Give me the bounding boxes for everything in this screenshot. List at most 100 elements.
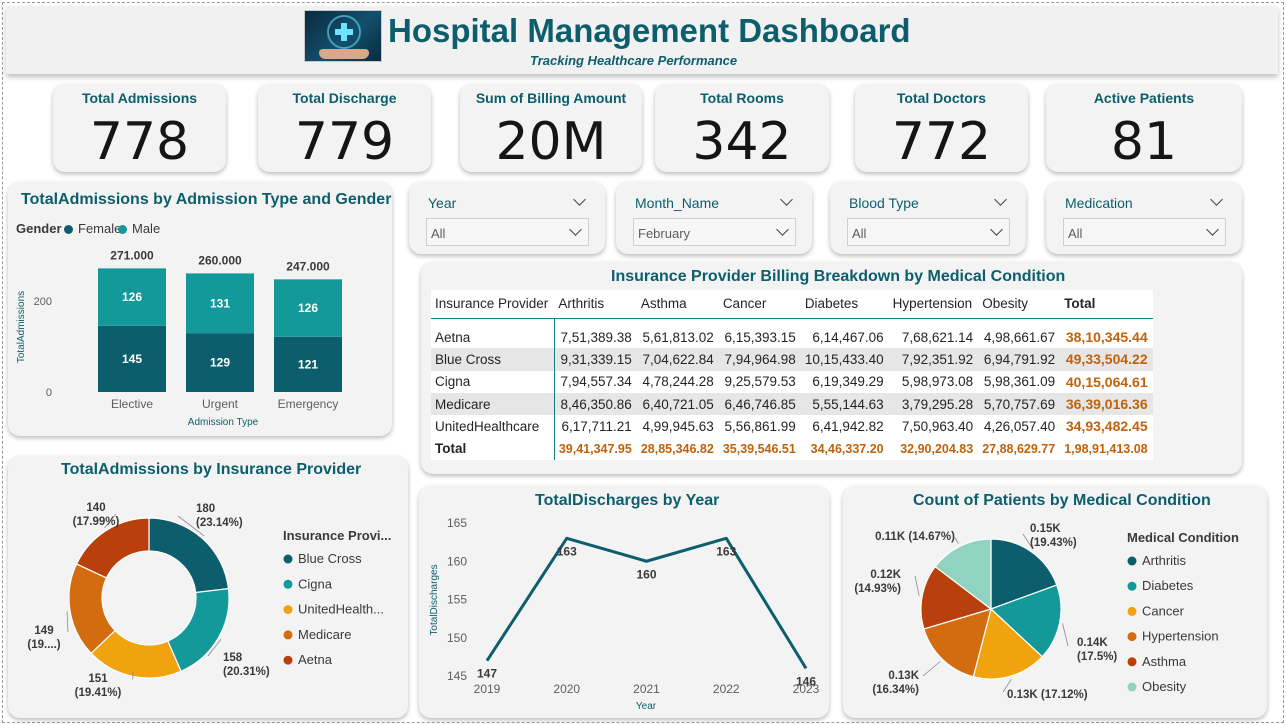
stacked-bar-chart: 0 200 TotalAdmissions 145 126 271.000 Elective… <box>16 248 342 428</box>
matrix-column-header[interactable]: Total <box>1060 290 1153 319</box>
blood-type-dropdown[interactable]: All <box>847 218 1010 246</box>
slice-value-label: 151 <box>88 673 108 685</box>
matrix-title: Insurance Provider Billing Breakdown by … <box>611 268 1066 285</box>
kpi-value: 81 <box>1110 112 1178 172</box>
admissions-by-type-gender-card: TotalAdmissions by Admission Type and Ge… <box>8 182 392 436</box>
x-tick-label: 2019 <box>474 682 501 696</box>
legend-label: Arthritis <box>1142 553 1187 568</box>
matrix-cell: 9,31,339.15 <box>554 348 637 371</box>
matrix-row[interactable]: Aetna 7,51,389.38 5,61,813.02 6,15,393.15 6,… <box>431 326 1153 349</box>
slice-value-label: 158 <box>223 652 243 664</box>
legend-label: Cancer <box>1142 603 1185 618</box>
matrix-cell: 4,78,244.28 <box>636 370 719 393</box>
year-dropdown[interactable]: All <box>426 218 589 246</box>
legend-dot-icon <box>1127 556 1137 566</box>
medication-slicer[interactable]: Medication All <box>1046 182 1242 254</box>
leader-line <box>1062 623 1069 647</box>
matrix-column-header[interactable]: Obesity <box>978 290 1061 319</box>
matrix-cell: UnitedHealthcare <box>431 415 555 438</box>
slice-value-label: 0.11K (14.67%) <box>875 531 955 543</box>
legend-label: Asthma <box>1142 654 1187 669</box>
slice-value-label: 180 <box>196 503 215 515</box>
legend-label: Obesity <box>1142 679 1187 694</box>
matrix-total-row: Total 39,41,347.95 28,85,346.82 35,39,546.5… <box>431 437 1153 460</box>
matrix-total-cell: 39,41,347.95 <box>554 437 637 460</box>
x-tick-label: Emergency <box>278 397 339 411</box>
point-data-label: 163 <box>716 544 736 558</box>
matrix-cell: 7,50,963.40 <box>888 415 979 438</box>
matrix-cell: Blue Cross <box>431 348 555 371</box>
matrix-row[interactable]: UnitedHealthcare 6,17,711.21 4,99,945.63 5,… <box>431 415 1153 438</box>
matrix-cell: 5,56,861.99 <box>718 415 801 438</box>
matrix-column-header[interactable]: Arthritis <box>554 290 637 319</box>
slice-percent-label: (16.34%) <box>872 684 919 696</box>
bar-data-label: 145 <box>122 352 142 366</box>
medication-dropdown[interactable]: All <box>1063 218 1226 246</box>
chevron-down-icon <box>1206 223 1219 236</box>
legend-label: Medicare <box>298 627 351 642</box>
matrix-row[interactable]: Cigna 7,94,557.34 4,78,244.28 9,25,579.53 6,… <box>431 370 1153 393</box>
matrix-column-header[interactable]: Asthma <box>636 290 719 319</box>
legend-dot-icon <box>283 579 293 589</box>
matrix-cell: 6,15,393.15 <box>718 326 801 349</box>
kpi-label: Total Rooms <box>700 90 784 106</box>
kpi-card-billing-amount[interactable]: Sum of Billing Amount 20M <box>460 84 642 172</box>
x-tick-label: 2022 <box>713 682 740 696</box>
kpi-label: Total Doctors <box>896 90 987 106</box>
kpi-label: Total Admissions <box>81 90 198 106</box>
kpi-card-total-doctors[interactable]: Total Doctors 772 <box>855 84 1028 172</box>
discharges-by-year-card: TotalDischarges by Year 145 150 155 160 165 2… <box>419 486 829 718</box>
pie-chart: 0.15K (19.43%) 0.14K (17.5%) 0.13K (17.12%) 0… <box>854 523 1239 701</box>
slice-value-label: 0.14K <box>1077 637 1108 649</box>
month-slicer[interactable]: Month_Name February <box>616 182 812 254</box>
year-slicer[interactable]: Year All <box>409 182 605 254</box>
matrix-cell: Cigna <box>431 370 555 393</box>
matrix-cell: 49,33,504.22 <box>1060 348 1153 371</box>
y-tick-label: 150 <box>447 631 467 645</box>
kpi-card-total-admissions[interactable]: Total Admissions 778 <box>53 84 226 172</box>
bar-total-label: 271.000 <box>110 248 154 262</box>
y-axis-label: TotalDischarges <box>429 564 440 635</box>
chevron-down-icon <box>776 223 789 236</box>
slice-value-label: 0.12K <box>870 569 901 581</box>
matrix-column-header[interactable]: Cancer <box>718 290 801 319</box>
matrix-row[interactable]: Medicare 8,46,350.86 6,40,721.05 6,46,746.8… <box>431 392 1153 416</box>
kpi-card-total-discharge[interactable]: Total Discharge 779 <box>258 84 431 172</box>
slice-value-label: 0.13K (17.12%) <box>1007 689 1088 701</box>
matrix-cell: Aetna <box>431 326 555 349</box>
slicer-value: All <box>852 226 867 241</box>
kpi-card-active-patients[interactable]: Active Patients 81 <box>1046 84 1242 172</box>
matrix-column-header[interactable]: Insurance Provider <box>431 290 555 319</box>
point-data-label: 163 <box>557 544 577 558</box>
matrix-cell: 34,93,482.45 <box>1060 415 1153 438</box>
matrix-total-cell: 28,85,346.82 <box>636 437 719 460</box>
kpi-card-total-rooms[interactable]: Total Rooms 342 <box>655 84 829 172</box>
line-chart: 1451501551601652019 2020 2021 2022 2023Total… <box>429 516 820 712</box>
kpi-value: 772 <box>891 112 992 172</box>
bar-data-label: 126 <box>122 290 142 304</box>
matrix-column-header[interactable]: Hypertension <box>888 290 979 319</box>
matrix-cell: 9,25,579.53 <box>718 370 801 393</box>
matrix-column-header[interactable]: Diabetes <box>800 290 889 319</box>
kpi-value: 779 <box>294 112 395 172</box>
matrix-row[interactable]: Blue Cross 9,31,339.15 7,04,622.84 7,94,964… <box>431 348 1153 371</box>
slicer-label: Medication <box>1065 195 1133 211</box>
matrix-cell: 6,46,746.85 <box>718 392 801 416</box>
slice-percent-label: (19.41%) <box>75 687 122 699</box>
y-tick-label: 200 <box>34 296 52 308</box>
chevron-down-icon[interactable] <box>994 193 1007 206</box>
matrix-cell: 6,14,467.06 <box>800 326 889 349</box>
month-dropdown[interactable]: February <box>633 218 796 246</box>
x-tick-label: Urgent <box>202 397 239 411</box>
page-title: Hospital Management Dashboard <box>388 12 911 49</box>
matrix-cell: 6,40,721.05 <box>636 392 719 416</box>
matrix-cell: 6,94,791.92 <box>978 348 1061 371</box>
leader-line <box>914 575 920 597</box>
slice-percent-label: (19.43%) <box>1030 537 1077 549</box>
slicer-label: Month_Name <box>635 195 720 211</box>
legend-label: Blue Cross <box>298 551 362 566</box>
chevron-down-icon[interactable] <box>573 193 586 206</box>
chevron-down-icon[interactable] <box>780 193 793 206</box>
blood-type-slicer[interactable]: Blood Type All <box>830 182 1026 254</box>
chevron-down-icon[interactable] <box>1210 193 1223 206</box>
